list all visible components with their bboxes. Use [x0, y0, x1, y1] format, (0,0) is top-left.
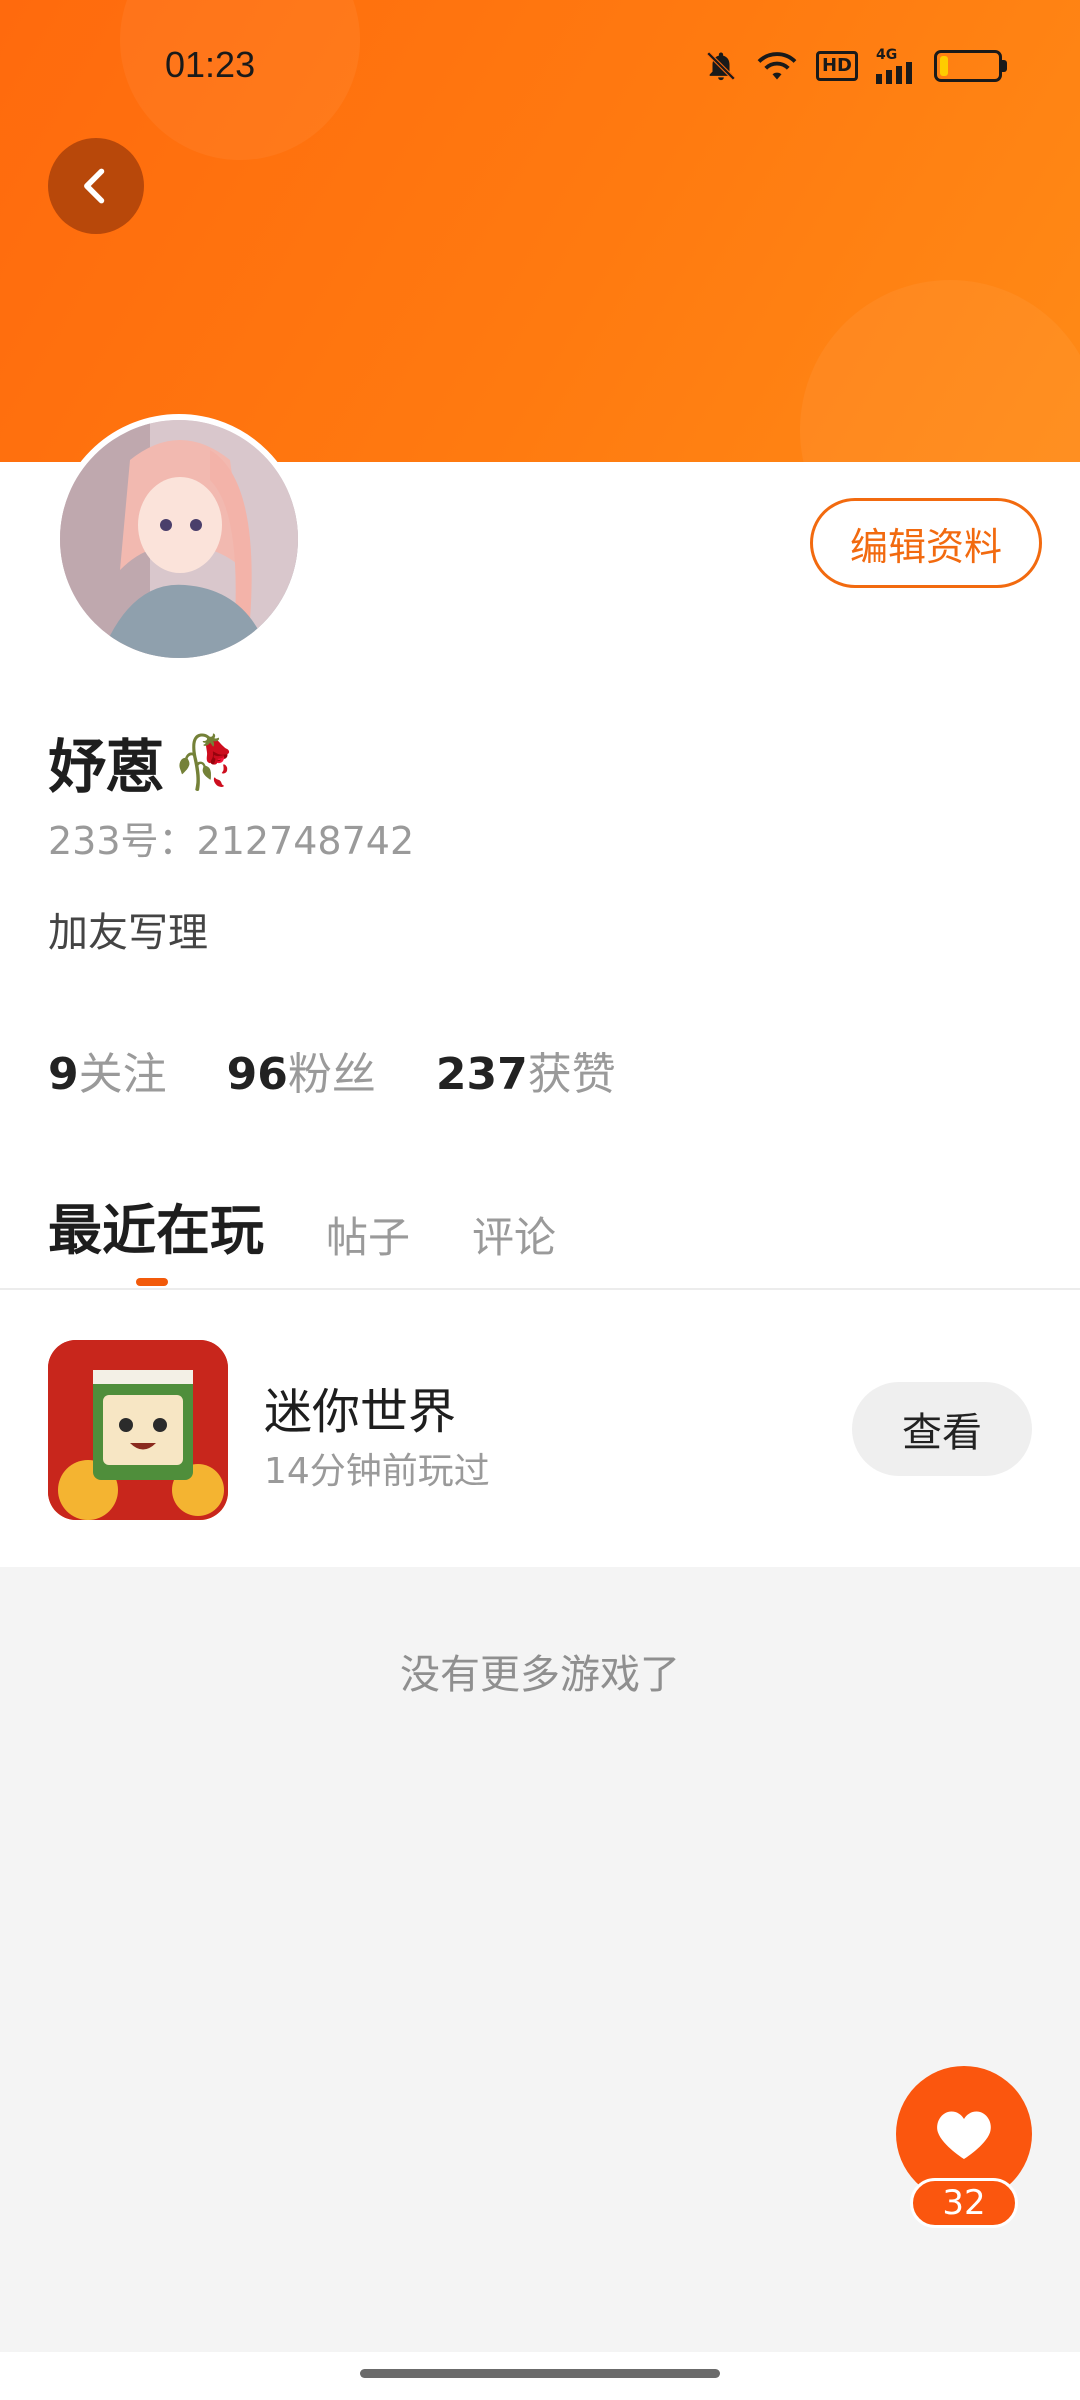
hd-icon: HD	[815, 51, 858, 81]
view-game-button[interactable]: 查看	[852, 1382, 1032, 1476]
stat-value: 237	[435, 1049, 528, 1100]
battery-level	[940, 56, 948, 76]
edit-profile-button[interactable]: 编辑资料	[810, 498, 1042, 588]
stat-followers[interactable]: 96 粉丝	[227, 1038, 376, 1102]
stat-likes[interactable]: 237 获赞	[436, 1038, 616, 1102]
nickname-emoji: 🥀	[172, 732, 237, 793]
tab-indicator	[136, 1278, 168, 1286]
stat-label: 关注	[78, 1049, 167, 1100]
game-icon	[48, 1340, 228, 1520]
avatar-image	[60, 420, 298, 658]
mute-bell-icon	[704, 49, 738, 83]
game-name: 迷你世界	[264, 1384, 457, 1440]
home-indicator[interactable]	[360, 2369, 720, 2378]
wifi-icon	[756, 49, 798, 83]
stats-row: 9 关注 96 粉丝 237 获赞	[48, 1038, 616, 1102]
tab-recent-games[interactable]: 最近在玩	[48, 1186, 264, 1265]
stat-value: 9	[48, 1049, 79, 1100]
stat-value: 96	[226, 1049, 288, 1100]
avatar[interactable]	[54, 414, 304, 664]
status-time: 01:23	[165, 44, 256, 85]
nickname-row: 妤蒽 🥀	[48, 720, 237, 804]
bio: 加友写理	[48, 910, 208, 956]
profile-tabs: 最近在玩 帖子 评论	[48, 1186, 556, 1265]
tab-comments[interactable]: 评论	[472, 1204, 556, 1265]
no-more-games-text: 没有更多游戏了	[400, 1652, 680, 1698]
status-bar: 01:23 HD 4G	[0, 0, 1080, 130]
game-icon-image	[48, 1340, 228, 1520]
heart-icon	[937, 2111, 991, 2159]
user-id: 233号：212748742	[48, 819, 415, 863]
chevron-left-icon	[84, 168, 105, 204]
like-count-badge: 32	[910, 2178, 1018, 2228]
battery-icon	[934, 50, 1007, 82]
stat-label: 粉丝	[287, 1049, 376, 1100]
back-button[interactable]	[48, 138, 144, 234]
network-type-label: 4G	[876, 47, 898, 63]
signal-icon: 4G	[876, 48, 916, 84]
status-icons: HD 4G	[704, 48, 1007, 84]
divider	[0, 1288, 1080, 1290]
stat-following[interactable]: 9 关注	[48, 1038, 167, 1102]
list-item[interactable]: 迷你世界 14分钟前玩过 查看	[0, 1300, 1080, 1567]
game-last-played: 14分钟前玩过	[264, 1451, 490, 1492]
nickname: 妤蒽	[48, 733, 165, 801]
banner-decoration	[800, 280, 1080, 462]
stat-label: 获赞	[527, 1049, 616, 1100]
tab-posts[interactable]: 帖子	[326, 1204, 410, 1265]
